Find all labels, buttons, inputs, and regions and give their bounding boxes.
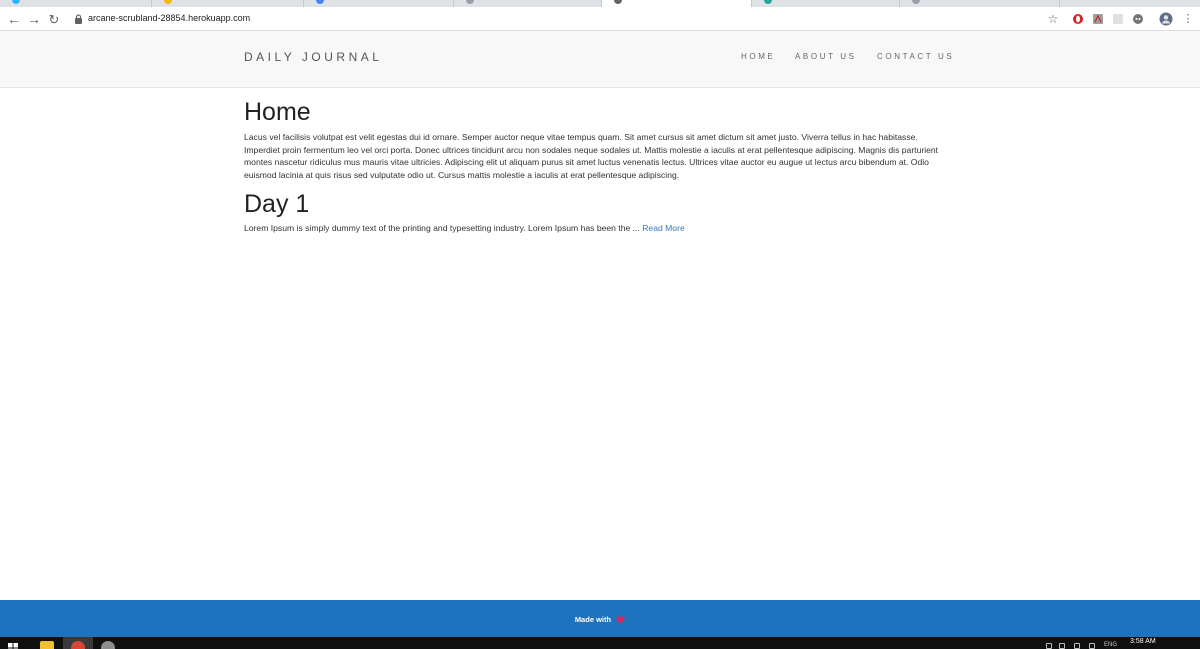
home-paragraph: Lacus vel facilisis volutpat est velit e… [244, 132, 939, 180]
nav-link-contact-us[interactable]: CONTACT US [877, 52, 954, 61]
extension-icon[interactable] [1112, 13, 1124, 25]
app-taskbar-icon[interactable] [101, 641, 115, 649]
read-more-link[interactable]: Read More [642, 223, 685, 233]
browser-tab[interactable] [900, 0, 1060, 7]
browser-tab[interactable] [0, 0, 152, 7]
page-title: Home [244, 98, 311, 126]
post-excerpt-paragraph: Lorem Ipsum is simply dummy text of the … [244, 222, 956, 235]
post-excerpt: Lorem Ipsum is simply dummy text of the … [244, 223, 640, 233]
system-clock[interactable]: 3:58 AM [1130, 638, 1156, 645]
network-icon[interactable] [1059, 643, 1065, 649]
tab-favicon-icon [466, 0, 474, 4]
tab-favicon-icon [12, 0, 20, 4]
bookmark-star-icon[interactable]: ☆ [1044, 10, 1062, 28]
browser-tab[interactable] [304, 0, 454, 7]
profile-avatar-icon[interactable] [1159, 12, 1173, 26]
tab-favicon-icon [912, 0, 920, 4]
windows-start-icon[interactable] [8, 643, 18, 649]
forward-arrow-icon[interactable]: → [25, 10, 43, 28]
browser-chrome: ← → ↻ arcane-scrubland-28854.herokuapp.c… [0, 0, 1200, 31]
main-content: Home Lacus vel facilisis volutpat est ve… [244, 97, 956, 235]
tab-strip [0, 0, 1200, 7]
file-explorer-icon[interactable] [40, 641, 54, 649]
battery-icon[interactable] [1089, 643, 1095, 649]
reload-icon[interactable]: ↻ [45, 10, 63, 28]
opera-extension-icon[interactable] [1072, 13, 1084, 25]
tray-chevron-icon[interactable] [1046, 643, 1052, 649]
nav-link-home[interactable]: HOME [741, 52, 775, 61]
volume-icon[interactable] [1074, 643, 1080, 649]
input-language[interactable]: ENG [1104, 642, 1117, 648]
tab-favicon-icon [164, 0, 172, 4]
post-item: Day 1 Lorem Ipsum is simply dummy text o… [244, 189, 956, 235]
footer-credit: Made with [0, 615, 1200, 624]
tab-favicon-icon [614, 0, 622, 4]
site-navbar: DAILY JOURNAL HOME ABOUT US CONTACT US [0, 31, 1200, 88]
lock-icon [75, 14, 82, 24]
address-bar-url[interactable]: arcane-scrubland-28854.herokuapp.com [88, 13, 250, 23]
browser-tab[interactable] [752, 0, 900, 7]
chrome-taskbar-icon[interactable] [71, 641, 85, 649]
heart-icon [616, 616, 625, 624]
browser-tab[interactable] [152, 0, 304, 7]
ghost-extension-icon[interactable] [1132, 13, 1144, 25]
browser-toolbar: ← → ↻ arcane-scrubland-28854.herokuapp.c… [0, 7, 1200, 31]
os-taskbar: ENG 3:58 AM [0, 637, 1200, 649]
post-title: Day 1 [244, 190, 310, 218]
nav-link-about-us[interactable]: ABOUT US [795, 52, 857, 61]
site-footer: Made with [0, 600, 1200, 637]
tab-favicon-icon [764, 0, 772, 4]
tab-favicon-icon [316, 0, 324, 4]
browser-tab[interactable] [454, 0, 602, 7]
back-arrow-icon[interactable]: ← [5, 10, 23, 28]
pdf-extension-icon[interactable] [1092, 13, 1104, 25]
menu-kebab-icon[interactable]: ⋮ [1179, 10, 1197, 28]
browser-tab-active[interactable] [602, 0, 752, 7]
site-brand[interactable]: DAILY JOURNAL [244, 50, 382, 64]
footer-text: Made with [574, 615, 612, 624]
